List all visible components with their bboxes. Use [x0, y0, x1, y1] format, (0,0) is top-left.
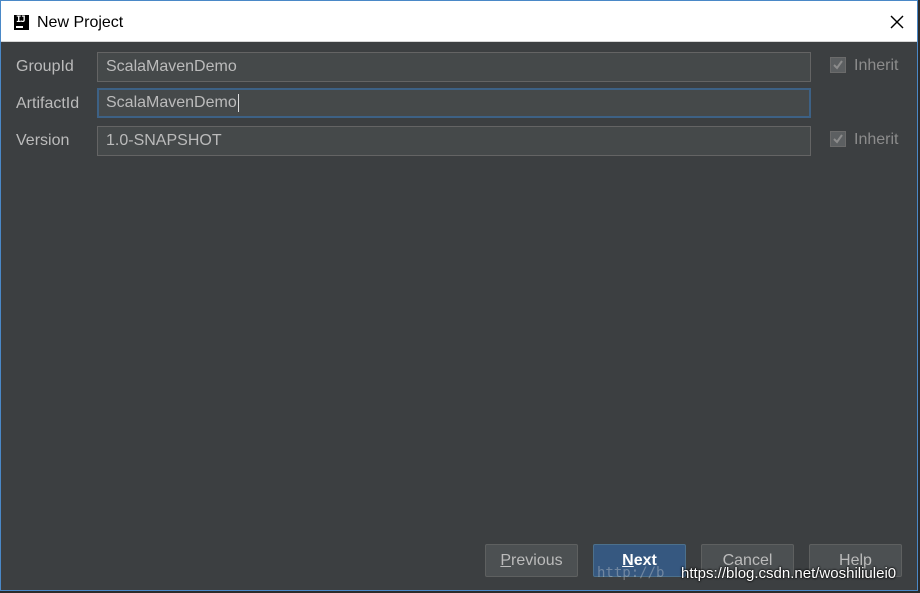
close-button[interactable] [879, 7, 915, 37]
inherit-label: Inherit [854, 131, 899, 148]
group-id-value: ScalaMavenDemo [106, 58, 237, 75]
title-bar: IJ New Project [1, 1, 917, 42]
intellij-icon: IJ [14, 15, 29, 30]
group-id-label: GroupId [16, 58, 74, 75]
previous-mnemonic: P [500, 552, 512, 569]
checkbox-box [830, 57, 846, 73]
close-icon [890, 15, 904, 29]
version-value: 1.0-SNAPSHOT [106, 132, 222, 149]
dialog-title: New Project [37, 14, 124, 31]
version-label: Version [16, 132, 70, 149]
artifact-id-label: ArtifactId [16, 95, 80, 112]
watermark: https://blog.csdn.net/woshiliulei0 [681, 565, 897, 582]
checkmark-icon [833, 60, 843, 70]
checkmark-icon [833, 134, 843, 144]
version-input[interactable]: 1.0-SNAPSHOT [97, 126, 811, 156]
artifact-id-value: ScalaMavenDemo [106, 94, 237, 111]
previous-label: revious [511, 552, 563, 569]
new-project-dialog: IJ New Project GroupId ScalaMavenDemo In… [0, 0, 918, 591]
inherit-label: Inherit [854, 57, 899, 74]
checkbox-box [830, 131, 846, 147]
text-caret [237, 93, 239, 112]
watermark-faint: http://b [597, 565, 665, 581]
group-id-input[interactable]: ScalaMavenDemo [97, 52, 811, 82]
artifact-id-input[interactable]: ScalaMavenDemo [97, 88, 811, 118]
previous-button[interactable]: Previous [485, 544, 578, 577]
